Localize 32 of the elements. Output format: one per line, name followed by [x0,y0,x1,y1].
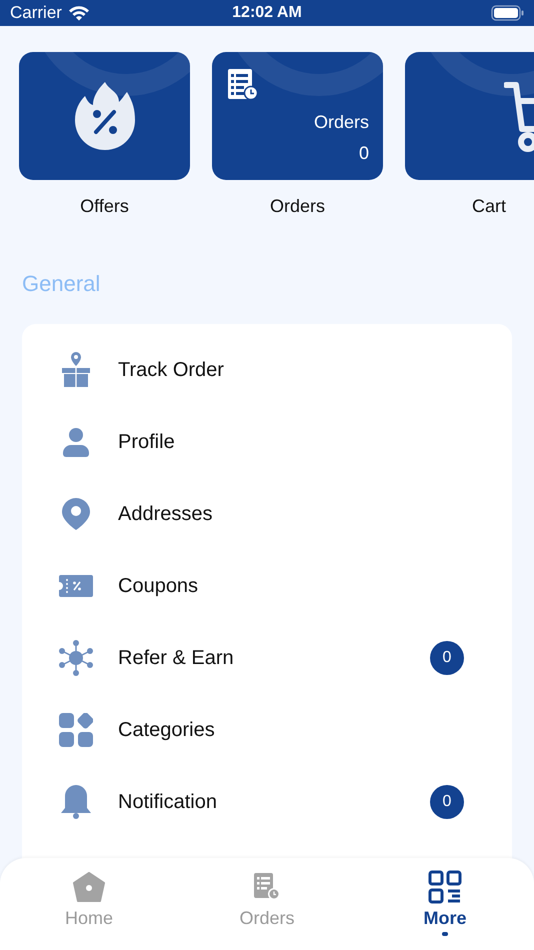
battery-icon [490,5,524,21]
tab-button[interactable]: More [356,870,534,940]
menu-item[interactable]: Profile [22,406,512,478]
menu-item[interactable]: Notification 0 [22,766,512,838]
order-count: 0 [358,143,369,164]
grid-menu-icon [428,870,462,904]
menu-item[interactable]: Refer & Earn 0 [22,622,512,694]
menu-item[interactable]: Categories [22,694,512,766]
bell-icon [61,785,91,819]
tile-title: Orders [314,112,369,133]
carrier-name: Carrier [10,3,62,23]
count-badge: 0 [430,641,464,675]
order-list-icon [226,68,258,100]
tile-label: Offers [80,196,129,217]
count-badge: 0 [430,785,464,819]
tile-label: Cart [471,196,506,217]
coupon-icon [59,575,93,597]
menu-item[interactable]: Addresses [22,478,512,550]
categories-icon [59,713,93,747]
tile-label: Orders [270,196,325,217]
clock-time: 12:02 AM [232,4,302,21]
person-icon [63,427,89,457]
discount-flame-icon [74,82,134,150]
wifi-icon [68,5,90,21]
parcel-location-icon [61,352,91,388]
menu-item[interactable]: Coupons [22,550,512,622]
section-title: General [22,271,102,297]
order-list-icon [253,873,281,901]
location-pin-icon [62,498,90,530]
network-icon [59,640,93,676]
home-icon [73,872,105,902]
menu-item[interactable]: Track Order [22,334,512,406]
